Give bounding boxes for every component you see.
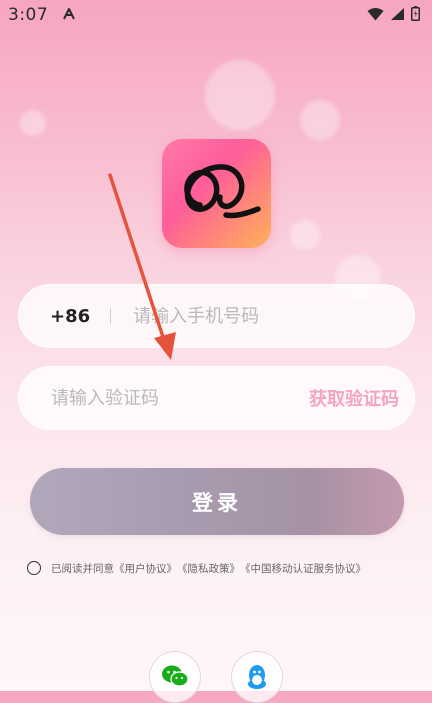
country-code[interactable]: +86 bbox=[50, 306, 90, 327]
phone-input[interactable] bbox=[133, 296, 414, 336]
user-agreement-link[interactable]: 《用户协议》 bbox=[114, 561, 177, 576]
background-bokeh bbox=[300, 100, 340, 140]
background-bokeh bbox=[20, 110, 46, 136]
login-button[interactable]: 登录 bbox=[30, 468, 404, 535]
qq-penguin-icon bbox=[248, 665, 266, 689]
wifi-icon bbox=[367, 6, 384, 25]
agreement-prefix: 已阅读并同意 bbox=[51, 562, 114, 575]
status-bar: 3:07 bbox=[0, 0, 432, 30]
background-bokeh bbox=[205, 60, 275, 130]
signal-icon bbox=[390, 6, 405, 25]
loop-logo-icon bbox=[184, 164, 261, 219]
app-logo bbox=[162, 139, 271, 248]
country-code-divider bbox=[110, 308, 112, 324]
status-left: 3:07 bbox=[8, 5, 76, 25]
wechat-icon bbox=[162, 665, 189, 687]
code-input-row: 获取验证码 bbox=[18, 366, 415, 430]
wechat-login-button[interactable] bbox=[149, 651, 201, 703]
status-right bbox=[367, 5, 420, 25]
cmcc-agreement-link[interactable]: 《中国移动认证服务协议》 bbox=[240, 561, 366, 576]
background-bokeh bbox=[290, 220, 320, 250]
verification-code-input[interactable] bbox=[51, 378, 309, 418]
qq-login-button[interactable] bbox=[231, 651, 283, 703]
a-icon bbox=[62, 6, 76, 25]
privacy-policy-link[interactable]: 《隐私政策》 bbox=[177, 561, 240, 576]
status-time: 3:07 bbox=[8, 5, 49, 25]
agreement-row: 已阅读并同意 《用户协议》 《隐私政策》 《中国移动认证服务协议》 bbox=[27, 559, 422, 577]
phone-input-row: +86 bbox=[18, 284, 415, 348]
battery-icon bbox=[411, 5, 420, 25]
get-code-button[interactable]: 获取验证码 bbox=[309, 385, 399, 411]
agreement-checkbox[interactable] bbox=[27, 561, 41, 575]
